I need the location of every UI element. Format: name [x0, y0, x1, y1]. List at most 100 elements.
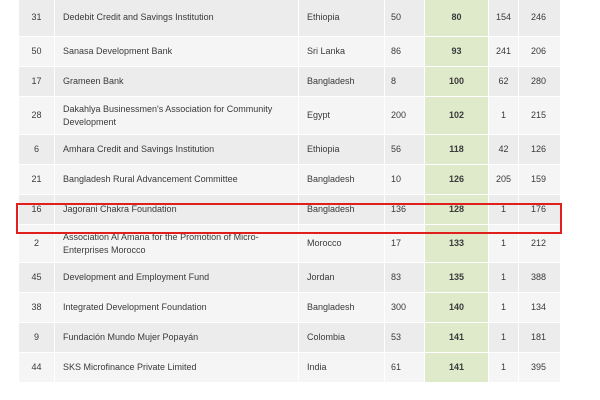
- cell-value-c: 241: [488, 36, 519, 67]
- cell-value-c: 205: [488, 164, 519, 195]
- table-row[interactable]: 2 Association Al Amana for the Promotion …: [18, 224, 561, 263]
- cell-score: 126: [424, 164, 489, 195]
- cell-value-a: 83: [384, 262, 425, 293]
- cell-value-d: 206: [518, 36, 561, 67]
- table-row[interactable]: 31 Dedebit Credit and Savings Institution…: [18, 0, 561, 37]
- cell-rank: 9: [18, 322, 55, 353]
- cell-score: 140: [424, 292, 489, 323]
- cell-institution-name: Development and Employment Fund: [54, 262, 299, 293]
- cell-value-a: 53: [384, 322, 425, 353]
- cell-score: 118: [424, 134, 489, 165]
- cell-value-a: 50: [384, 0, 425, 37]
- table-row[interactable]: 6 Amhara Credit and Savings Institution Et…: [18, 134, 561, 165]
- cell-value-a: 200: [384, 96, 425, 135]
- cell-value-d: 126: [518, 134, 561, 165]
- table-row[interactable]: 9 Fundación Mundo Mujer Popayán Colombia 53…: [18, 322, 561, 353]
- rankings-table: 31 Dedebit Credit and Savings Institution…: [18, 0, 561, 383]
- cell-country: Bangladesh: [298, 164, 385, 195]
- cell-rank: 16: [18, 194, 55, 225]
- cell-rank: 17: [18, 66, 55, 97]
- cell-institution-name: Fundación Mundo Mujer Popayán: [54, 322, 299, 353]
- cell-country: Egypt: [298, 96, 385, 135]
- cell-value-d: 215: [518, 96, 561, 135]
- cell-country: Bangladesh: [298, 66, 385, 97]
- cell-country: Jordan: [298, 262, 385, 293]
- table-row[interactable]: 44 SKS Microfinance Private Limited India 6…: [18, 352, 561, 383]
- cell-country: Bangladesh: [298, 292, 385, 323]
- cell-institution-name: Dedebit Credit and Savings Institution: [54, 0, 299, 37]
- cell-rank: 28: [18, 96, 55, 135]
- cell-rank: 21: [18, 164, 55, 195]
- cell-value-c: 62: [488, 66, 519, 97]
- cell-value-a: 136: [384, 194, 425, 225]
- cell-institution-name: Grameen Bank: [54, 66, 299, 97]
- cell-score: 128: [424, 194, 489, 225]
- cell-value-a: 10: [384, 164, 425, 195]
- cell-rank: 44: [18, 352, 55, 383]
- cell-value-c: 1: [488, 96, 519, 135]
- cell-value-c: 1: [488, 292, 519, 323]
- table-row[interactable]: 45 Development and Employment Fund Jordan 8…: [18, 262, 561, 293]
- cell-institution-name: Jagorani Chakra Foundation: [54, 194, 299, 225]
- cell-value-a: 8: [384, 66, 425, 97]
- cell-institution-name: Sanasa Development Bank: [54, 36, 299, 67]
- cell-rank: 6: [18, 134, 55, 165]
- cell-country: India: [298, 352, 385, 383]
- cell-value-c: 1: [488, 322, 519, 353]
- table-row[interactable]: 17 Grameen Bank Bangladesh 8 100 62 280: [18, 66, 561, 97]
- cell-rank: 45: [18, 262, 55, 293]
- cell-score: 93: [424, 36, 489, 67]
- cell-institution-name: Amhara Credit and Savings Institution: [54, 134, 299, 165]
- cell-score: 80: [424, 0, 489, 37]
- cell-value-d: 246: [518, 0, 561, 37]
- table-row[interactable]: 50 Sanasa Development Bank Sri Lanka 86 93 24…: [18, 36, 561, 67]
- table-container: 31 Dedebit Credit and Savings Institution…: [18, 0, 561, 398]
- cell-value-d: 181: [518, 322, 561, 353]
- cell-value-d: 280: [518, 66, 561, 97]
- cell-score: 141: [424, 352, 489, 383]
- cell-score: 100: [424, 66, 489, 97]
- cell-country: Ethiopia: [298, 134, 385, 165]
- cell-value-a: 56: [384, 134, 425, 165]
- cell-value-d: 176: [518, 194, 561, 225]
- cell-institution-name: Dakahlya Businessmen's Association for C…: [54, 96, 299, 135]
- cell-value-c: 1: [488, 352, 519, 383]
- table-row[interactable]: 38 Integrated Development Foundation Bangl…: [18, 292, 561, 323]
- cell-value-d: 212: [518, 224, 561, 263]
- cell-value-d: 388: [518, 262, 561, 293]
- cell-institution-name: SKS Microfinance Private Limited: [54, 352, 299, 383]
- cell-value-d: 395: [518, 352, 561, 383]
- cell-value-a: 61: [384, 352, 425, 383]
- cell-rank: 2: [18, 224, 55, 263]
- cell-score: 135: [424, 262, 489, 293]
- cell-value-c: 154: [488, 0, 519, 37]
- cell-country: Colombia: [298, 322, 385, 353]
- table-body: 31 Dedebit Credit and Savings Institution…: [18, 0, 561, 383]
- cell-institution-name: Association Al Amana for the Promotion o…: [54, 224, 299, 263]
- cell-value-c: 1: [488, 194, 519, 225]
- cell-rank: 31: [18, 0, 55, 37]
- cell-score: 102: [424, 96, 489, 135]
- cell-score: 141: [424, 322, 489, 353]
- cell-country: Sri Lanka: [298, 36, 385, 67]
- cell-country: Ethiopia: [298, 0, 385, 37]
- cell-rank: 38: [18, 292, 55, 323]
- cell-value-c: 1: [488, 262, 519, 293]
- cell-country: Bangladesh: [298, 194, 385, 225]
- cell-institution-name: Integrated Development Foundation: [54, 292, 299, 323]
- table-row[interactable]: 28 Dakahlya Businessmen's Association for…: [18, 96, 561, 135]
- cell-value-a: 17: [384, 224, 425, 263]
- table-row[interactable]: 16 Jagorani Chakra Foundation Bangladesh 13…: [18, 194, 561, 225]
- cell-institution-name: Bangladesh Rural Advancement Committee: [54, 164, 299, 195]
- table-row[interactable]: 21 Bangladesh Rural Advancement Committee…: [18, 164, 561, 195]
- cell-value-a: 86: [384, 36, 425, 67]
- cell-value-a: 300: [384, 292, 425, 323]
- cell-value-c: 1: [488, 224, 519, 263]
- cell-country: Morocco: [298, 224, 385, 263]
- cell-score: 133: [424, 224, 489, 263]
- rankings-table-view: 31 Dedebit Credit and Savings Institution…: [0, 0, 600, 400]
- cell-value-c: 42: [488, 134, 519, 165]
- cell-rank: 50: [18, 36, 55, 67]
- cell-value-d: 134: [518, 292, 561, 323]
- cell-value-d: 159: [518, 164, 561, 195]
